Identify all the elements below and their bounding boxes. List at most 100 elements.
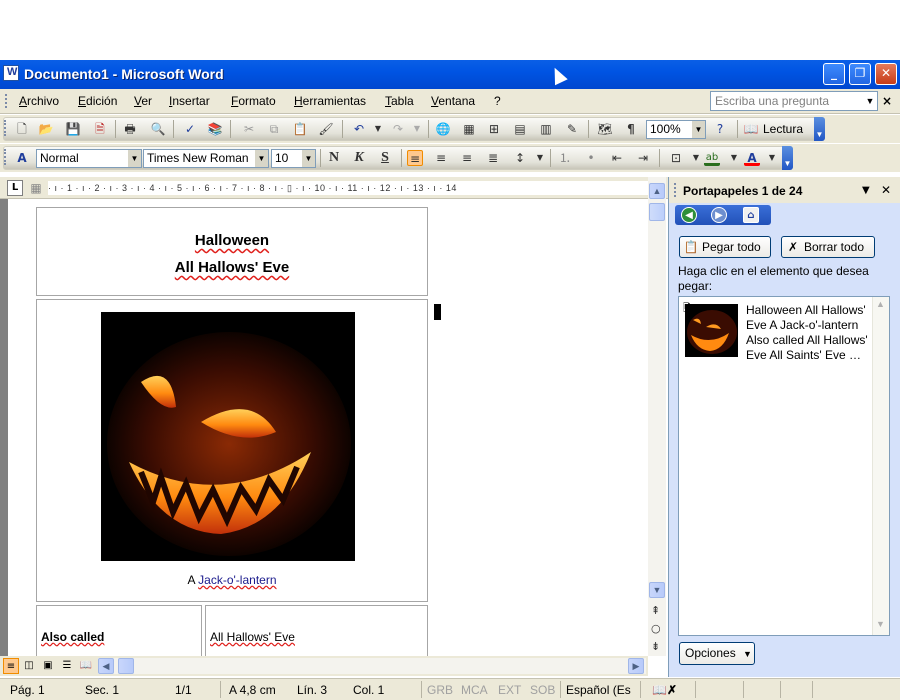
save-icon[interactable]: 💾 <box>65 121 81 137</box>
scrollbar-thumb[interactable] <box>649 203 665 221</box>
select-browse-object-icon[interactable]: ○ <box>651 622 661 635</box>
bullets-icon[interactable]: • <box>583 150 599 166</box>
permission-icon[interactable]: 🗎 <box>92 121 108 137</box>
chevron-down-icon[interactable]: ▼ <box>863 92 877 110</box>
ask-question-input[interactable]: Escriba una pregunta ▼ <box>710 91 878 111</box>
tables-borders-icon[interactable]: ▦ <box>461 121 477 137</box>
increase-indent-icon[interactable]: ⇥ <box>635 150 651 166</box>
line-spacing-icon[interactable]: ↕ <box>512 150 528 166</box>
scroll-down-icon[interactable]: ▼ <box>876 619 885 629</box>
menu-help[interactable]: ? <box>494 94 501 108</box>
status-mca[interactable]: MCA <box>461 683 488 697</box>
menu-edicion[interactable]: Edición <box>78 94 117 108</box>
menu-herramientas[interactable]: Herramientas <box>294 94 366 108</box>
ruler-strip[interactable]: · ı · 1 · ı · 2 · ı · 3 · ı · 4 · ı · 5 … <box>48 181 648 195</box>
clipboard-list-scrollbar[interactable]: ▲ ▼ <box>872 297 889 635</box>
drawing-icon[interactable]: ✎ <box>564 121 580 137</box>
font-color-icon[interactable]: A <box>744 150 760 166</box>
menu-formato[interactable]: Formato <box>231 94 276 108</box>
status-ext[interactable]: EXT <box>498 683 521 697</box>
pane-menu-chevron-icon[interactable]: ▼ <box>862 185 870 196</box>
italic-button[interactable]: K <box>351 150 367 166</box>
back-icon[interactable]: ◀ <box>681 207 697 223</box>
menu-ver[interactable]: Ver <box>134 94 152 108</box>
pane-close-icon[interactable]: ✕ <box>881 183 891 197</box>
align-left-icon[interactable]: ≡ <box>407 150 423 166</box>
close-button[interactable]: ✕ <box>875 63 897 85</box>
cut-icon[interactable]: ✂ <box>241 121 257 137</box>
restore-button[interactable]: ❐ <box>849 63 871 85</box>
open-folder-icon[interactable]: 📂 <box>38 121 54 137</box>
borders-icon[interactable]: ⊡ <box>668 150 684 166</box>
table-move-icon[interactable]: ▦ <box>28 180 44 196</box>
outline-view-icon[interactable]: ☰ <box>59 658 75 674</box>
undo-dropdown-icon[interactable]: ▼ <box>370 121 386 137</box>
table-label-cell[interactable]: Also called <box>36 605 202 656</box>
insert-excel-icon[interactable]: ▤ <box>512 121 528 137</box>
toolbar-grip[interactable] <box>4 149 6 165</box>
spelling-icon[interactable]: ✓ <box>182 121 198 137</box>
chevron-down-icon[interactable]: ▼ <box>692 121 705 138</box>
zoom-select[interactable]: 100% ▼ <box>646 120 706 139</box>
chevron-down-icon[interactable]: ▼ <box>255 150 268 167</box>
tab-selector[interactable]: L <box>7 180 23 196</box>
reading-button-label[interactable]: Lectura <box>763 122 803 136</box>
align-right-icon[interactable]: ≡ <box>459 150 475 166</box>
undo-icon[interactable]: ↶ <box>351 121 367 137</box>
table-image-cell[interactable]: A Jack-o'-lantern <box>36 299 428 602</box>
print-icon[interactable]: 🖶 <box>122 121 138 137</box>
toolbar-options-chevron-icon[interactable]: ▼ <box>814 117 825 141</box>
document-close-button[interactable]: × <box>882 94 892 108</box>
borders-dropdown-icon[interactable]: ▼ <box>688 150 704 166</box>
highlight-icon[interactable]: ab <box>704 150 720 166</box>
normal-view-icon[interactable]: ≡ <box>3 658 19 674</box>
table-value-cell[interactable]: All Hallows' Eve <box>205 605 428 656</box>
reading-layout-icon[interactable]: 📖 <box>743 121 759 137</box>
table-title-cell[interactable]: Halloween All Hallows' Eve <box>36 207 428 296</box>
options-button[interactable]: Opciones ▼ <box>679 642 755 665</box>
spelling-status-icon[interactable]: 📖✗ <box>652 683 677 697</box>
word-app-icon[interactable] <box>3 65 19 81</box>
caption-link[interactable]: Jack-o'-lantern <box>198 573 276 587</box>
menu-ventana[interactable]: Ventana <box>431 94 475 108</box>
toolbar-options-chevron-icon[interactable]: ▼ <box>782 146 793 170</box>
reading-view-icon[interactable]: 📖 <box>78 658 94 674</box>
scroll-right-icon[interactable]: ▶ <box>628 658 644 674</box>
document-page[interactable]: Halloween All Hallows' Eve A Jack-o'-lan… <box>8 199 648 656</box>
insert-table-icon[interactable]: ⊞ <box>486 121 502 137</box>
columns-icon[interactable]: ▥ <box>538 121 554 137</box>
paste-icon[interactable]: 📋 <box>292 121 308 137</box>
underline-button[interactable]: S <box>377 150 393 166</box>
copy-icon[interactable]: ⧉ <box>266 121 282 137</box>
justify-icon[interactable]: ≣ <box>485 150 501 166</box>
status-grb[interactable]: GRB <box>427 683 453 697</box>
chevron-down-icon[interactable]: ▼ <box>128 150 141 167</box>
highlight-dropdown-icon[interactable]: ▼ <box>726 150 742 166</box>
line-spacing-dropdown-icon[interactable]: ▼ <box>532 150 548 166</box>
paste-all-button[interactable]: 📋 Pegar todo <box>679 236 771 258</box>
status-language[interactable]: Español (Es <box>566 683 631 697</box>
document-map-icon[interactable]: 🗺 <box>597 121 613 137</box>
research-icon[interactable]: 📚 <box>207 121 223 137</box>
toolbar-grip[interactable] <box>4 120 6 136</box>
next-page-icon[interactable]: ⇟ <box>651 640 660 653</box>
previous-page-icon[interactable]: ⇞ <box>651 604 660 617</box>
clipboard-item[interactable]: 🗎 Halloween All Hallows' Eve A Jack-o'-l… <box>683 301 868 363</box>
menu-tabla[interactable]: Tabla <box>385 94 414 108</box>
scroll-down-icon[interactable]: ▼ <box>649 582 665 598</box>
vertical-scrollbar[interactable]: ▲ ▼ ⇞ ○ ⇟ <box>648 177 666 656</box>
chevron-down-icon[interactable]: ▼ <box>302 150 315 167</box>
horizontal-scrollbar[interactable]: ◀ ▶ <box>98 658 646 674</box>
scroll-up-icon[interactable]: ▲ <box>876 299 885 309</box>
home-icon[interactable]: ⌂ <box>743 207 759 223</box>
new-document-icon[interactable]: 🗋 <box>14 121 30 137</box>
clear-all-button[interactable]: ✗ Borrar todo <box>781 236 875 258</box>
minimize-button[interactable]: _ <box>823 63 845 85</box>
status-sob[interactable]: SOB <box>530 683 555 697</box>
redo-icon[interactable]: ↷ <box>390 121 406 137</box>
numbering-icon[interactable]: ⒈ <box>557 150 573 166</box>
font-size-select[interactable]: 10 ▼ <box>271 149 316 168</box>
web-layout-icon[interactable]: ◫ <box>21 658 37 674</box>
bold-button[interactable]: N <box>326 150 342 166</box>
redo-dropdown-icon[interactable]: ▼ <box>409 121 425 137</box>
